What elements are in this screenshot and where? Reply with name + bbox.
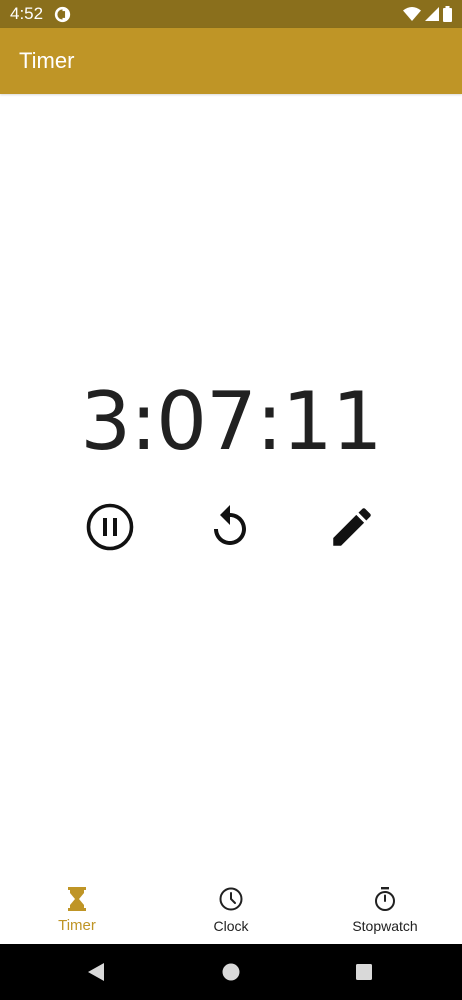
pencil-icon [333, 508, 371, 546]
page-title: Timer [19, 48, 75, 73]
hourglass-icon [68, 887, 86, 911]
nav-item-timer[interactable]: Timer [0, 874, 154, 944]
pause-button[interactable] [83, 500, 137, 554]
battery-icon [443, 6, 452, 22]
edit-button[interactable] [325, 500, 379, 554]
status-time: 4:52 [10, 4, 44, 23]
wifi-icon [403, 7, 421, 21]
back-icon[interactable] [85, 961, 107, 983]
reset-button[interactable] [203, 500, 257, 554]
recents-icon[interactable] [353, 961, 375, 983]
status-bar: 4:52 [0, 0, 462, 28]
app-notification-icon [54, 6, 71, 23]
nav-label-clock: Clock [213, 918, 249, 934]
home-icon[interactable] [220, 961, 242, 983]
timer-display: 3:07:11 [80, 375, 382, 468]
system-navigation-bar [0, 944, 462, 1000]
nav-label-timer: Timer [58, 917, 96, 934]
stopwatch-icon [375, 887, 395, 911]
nav-item-stopwatch[interactable]: Stopwatch [308, 874, 462, 944]
nav-label-stopwatch: Stopwatch [352, 918, 418, 934]
clock-icon [219, 887, 243, 911]
status-icons [403, 5, 452, 23]
bottom-navigation: Timer Clock Stopwatch [0, 874, 462, 944]
cell-signal-icon [425, 7, 439, 21]
nav-item-clock[interactable]: Clock [154, 874, 308, 944]
replay-icon [214, 505, 246, 545]
app-bar: Timer [0, 28, 462, 94]
pause-circle-icon [86, 503, 134, 551]
